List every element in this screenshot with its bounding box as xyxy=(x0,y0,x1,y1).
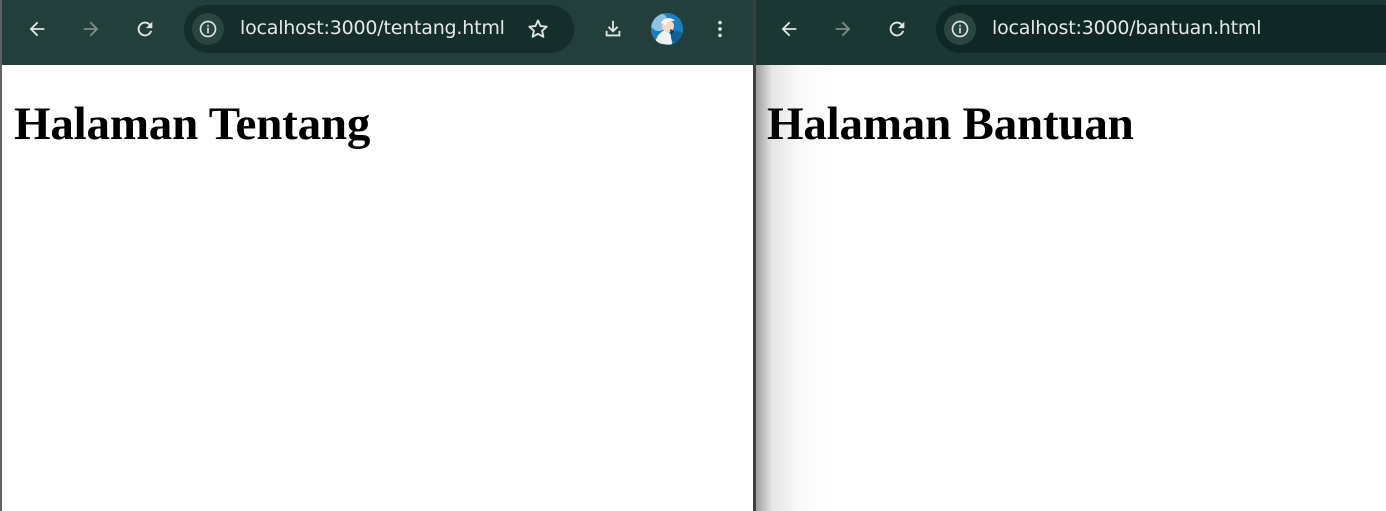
info-circle-icon xyxy=(199,20,217,38)
back-arrow-icon xyxy=(781,21,797,37)
forward-arrow-icon xyxy=(83,21,99,37)
kebab-menu-icon xyxy=(718,20,722,38)
avatar-icon xyxy=(651,13,683,45)
page-heading: Halaman Bantuan xyxy=(767,98,1134,150)
page-heading: Halaman Tentang xyxy=(14,98,371,150)
address-bar[interactable]: localhost:3000/bantuan.html xyxy=(936,5,1386,53)
browser-menu-button[interactable] xyxy=(702,11,738,47)
address-bar[interactable]: localhost:3000/tentang.html xyxy=(184,5,574,53)
back-button[interactable] xyxy=(19,11,55,47)
reload-button[interactable] xyxy=(879,11,915,47)
download-button[interactable] xyxy=(595,11,631,47)
screen: localhost:3000/tentang.html Halaman Tent… xyxy=(0,0,1386,511)
toolbar: localhost:3000/bantuan.html xyxy=(756,0,1386,58)
reload-icon xyxy=(137,21,153,37)
info-circle-icon xyxy=(951,20,969,38)
back-button[interactable] xyxy=(771,11,807,47)
back-arrow-icon xyxy=(29,21,45,37)
forward-arrow-icon xyxy=(835,21,851,37)
profile-avatar[interactable] xyxy=(651,13,683,45)
toolbar-bottom-edge xyxy=(2,58,753,65)
site-info-button[interactable] xyxy=(192,13,224,45)
forward-button[interactable] xyxy=(73,11,109,47)
reload-button[interactable] xyxy=(127,11,163,47)
browser-window-left: localhost:3000/tentang.html Halaman Tent… xyxy=(0,0,753,511)
star-icon xyxy=(528,19,548,38)
browser-window-right: localhost:3000/bantuan.html Halaman Bant… xyxy=(756,0,1386,511)
url-text: localhost:3000/bantuan.html xyxy=(992,17,1262,39)
toolbar: localhost:3000/tentang.html xyxy=(2,0,753,58)
reload-icon xyxy=(889,21,905,37)
url-text: localhost:3000/tentang.html xyxy=(240,17,505,39)
toolbar-bottom-edge xyxy=(756,58,1386,65)
site-info-button[interactable] xyxy=(944,13,976,45)
bookmark-button[interactable] xyxy=(520,11,556,47)
download-icon xyxy=(605,20,621,37)
forward-button[interactable] xyxy=(825,11,861,47)
